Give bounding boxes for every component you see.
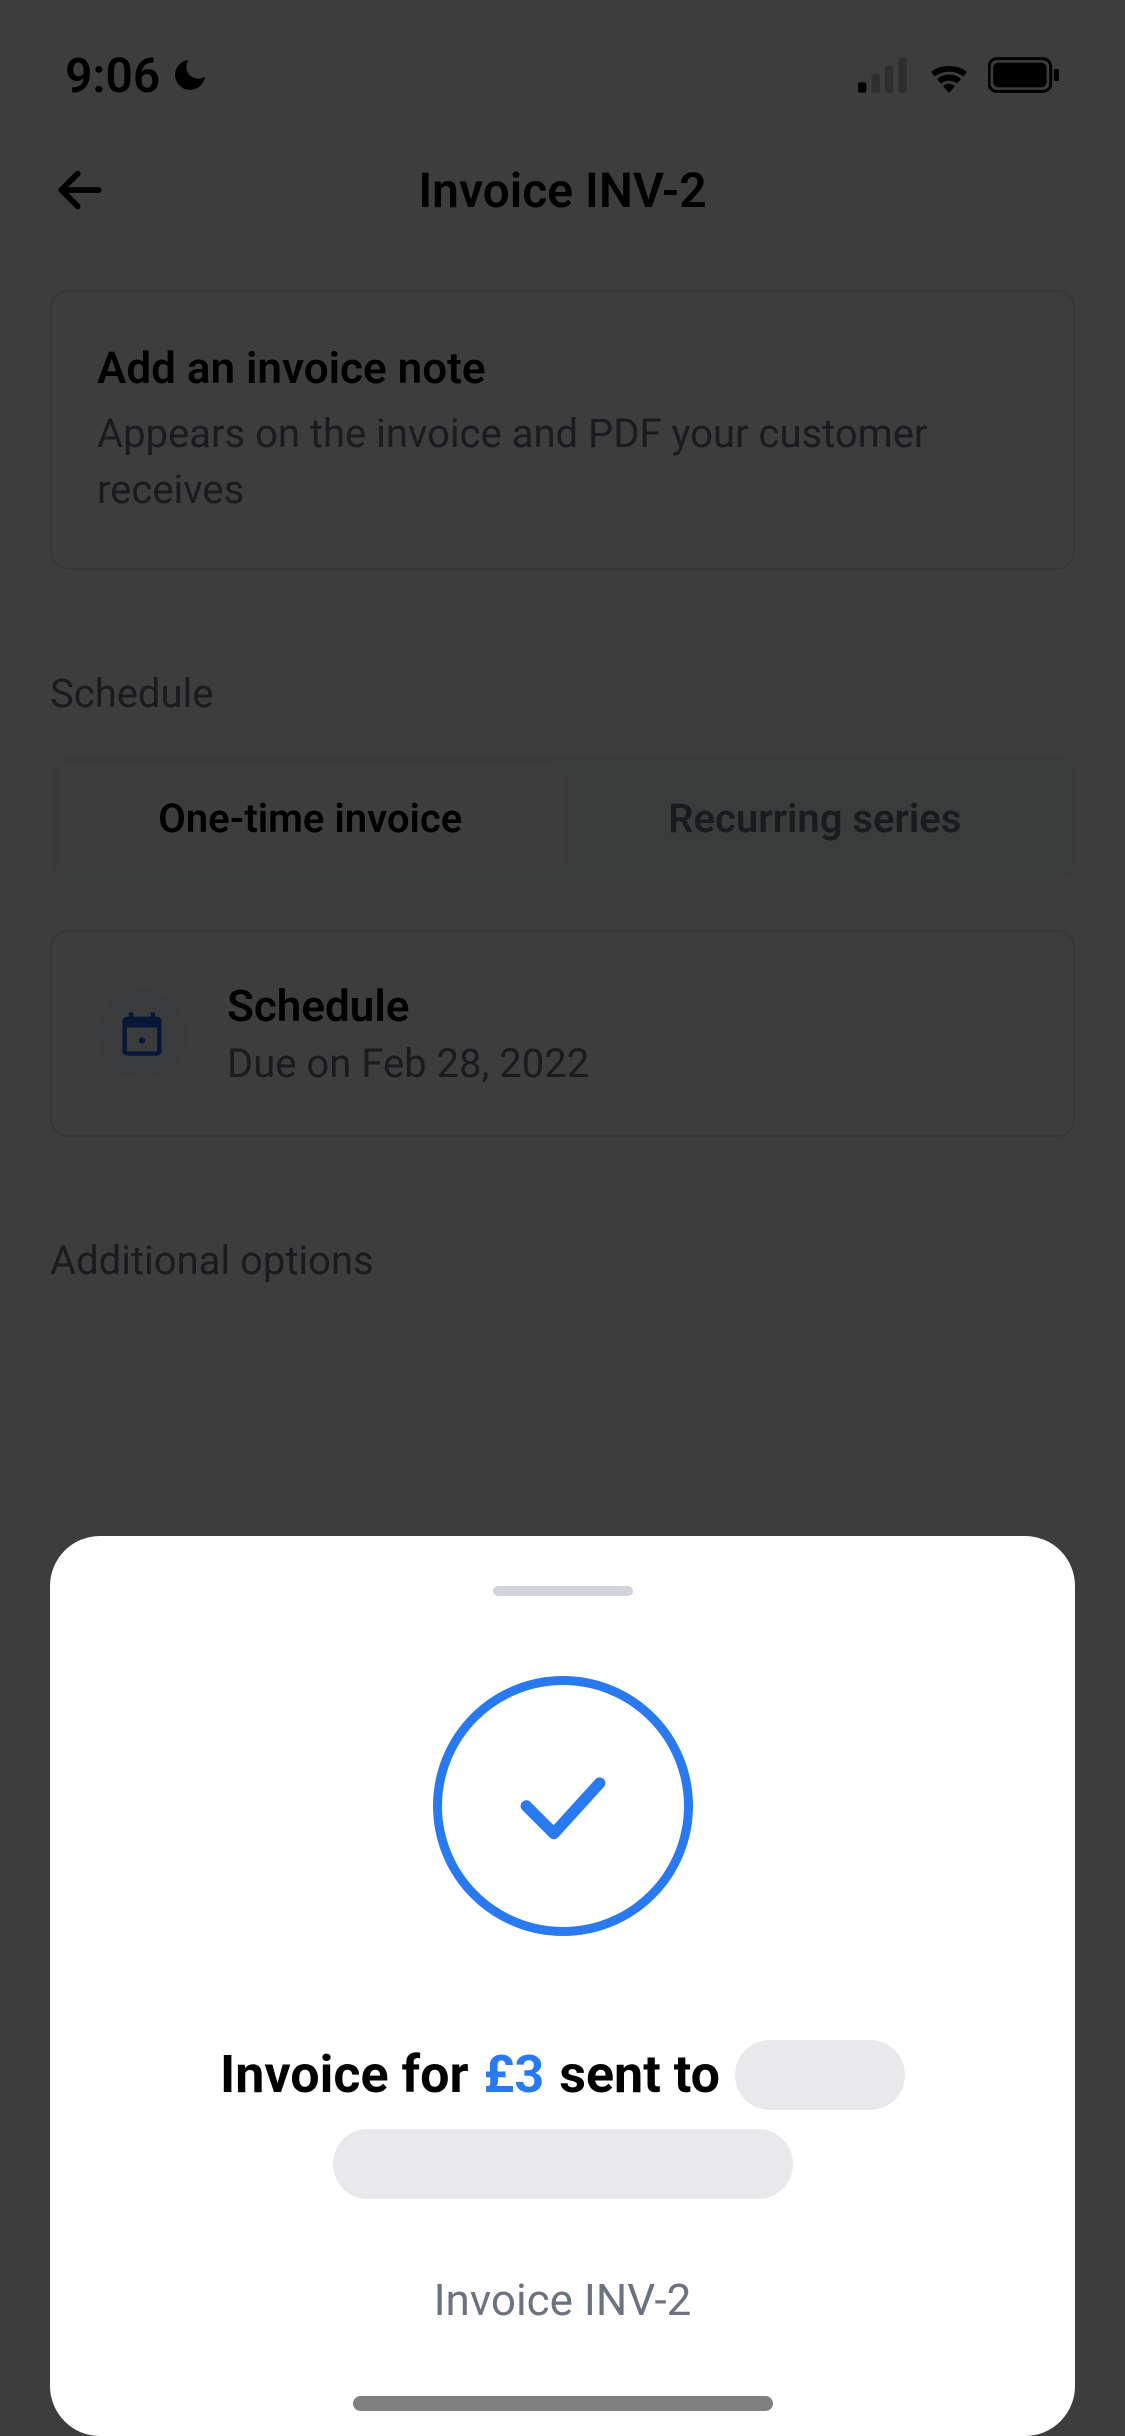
home-indicator[interactable] <box>353 2396 773 2411</box>
success-circle <box>433 1676 693 1936</box>
success-modal: Invoice for £3 sent to Invoice INV-2 <box>50 1536 1075 2436</box>
modal-amount: £3 <box>484 2036 545 2114</box>
modal-title-suffix: sent to <box>559 2036 720 2114</box>
modal-title-prefix: Invoice for <box>220 2036 469 2114</box>
modal-title: Invoice for £3 sent to <box>130 2036 995 2199</box>
redacted-recipient-1 <box>735 2040 905 2110</box>
modal-subtitle: Invoice INV-2 <box>434 2274 692 2326</box>
redacted-recipient-2 <box>333 2129 793 2199</box>
checkmark-icon <box>508 1751 618 1861</box>
modal-drag-handle[interactable] <box>493 1586 633 1596</box>
